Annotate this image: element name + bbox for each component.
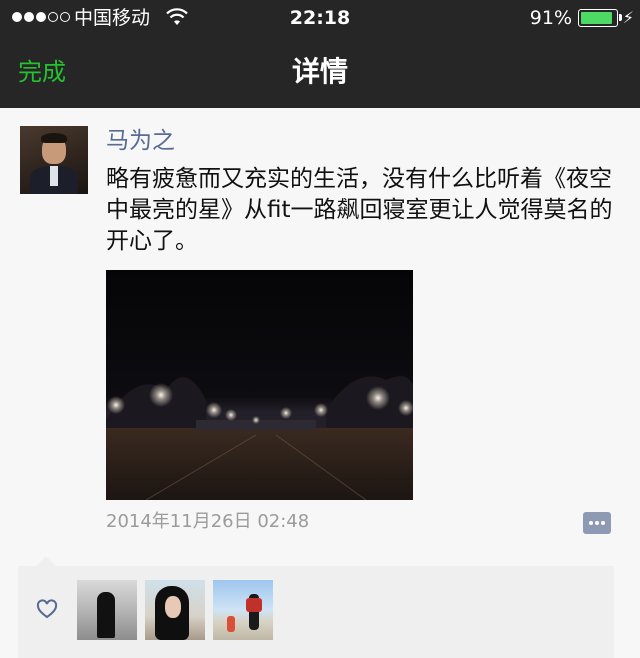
battery-icon <box>578 9 622 27</box>
author-avatar[interactable] <box>20 126 88 194</box>
battery-percentage: 91% <box>529 7 572 29</box>
liker-avatar[interactable] <box>213 580 273 640</box>
likes-section <box>18 556 614 658</box>
comment-icon[interactable] <box>583 512 611 534</box>
battery-level-fill <box>581 12 612 24</box>
moment-detail: 马为之 略有疲惫而又充实的生活，没有什么比听着《夜空中最亮的星》从fit一路飙回… <box>0 108 640 658</box>
author-name[interactable]: 马为之 <box>106 126 175 156</box>
page-title: 详情 <box>291 55 348 88</box>
liker-avatar[interactable] <box>77 580 137 640</box>
post-photo[interactable] <box>106 270 413 500</box>
navigation-bar: 完成 详情 <box>0 36 640 108</box>
post-timestamp: 2014年11月26日 02:48 <box>106 511 310 532</box>
heart-icon <box>36 599 58 619</box>
liker-avatar[interactable] <box>145 580 205 640</box>
status-bar: 中国移动 22:18 91% ⚡ <box>0 0 640 36</box>
post-text: 略有疲惫而又充实的生活，没有什么比听着《夜空中最亮的星》从fit一路飙回寝室更让… <box>106 166 613 254</box>
charging-bolt-icon: ⚡ <box>622 8 634 27</box>
